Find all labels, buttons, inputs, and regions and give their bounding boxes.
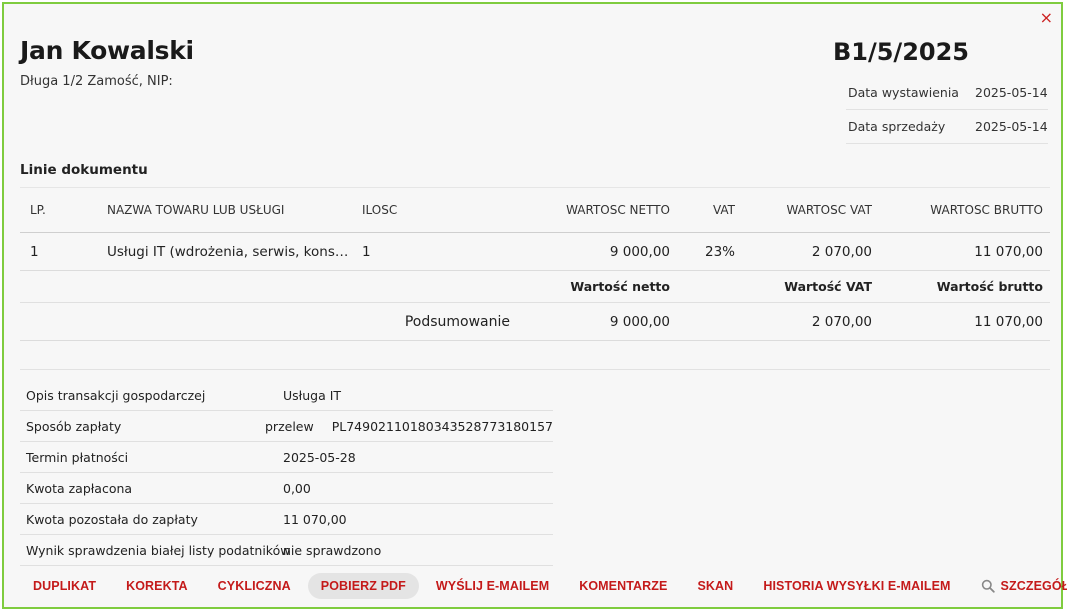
whitelist-value: nie sprawdzono	[283, 542, 382, 558]
summary-gross: 11 070,00	[974, 313, 1043, 330]
summary-vat: 2 070,00	[811, 313, 872, 330]
header-vat: VAT	[712, 203, 735, 217]
details-button[interactable]: SZCZEGÓŁY	[968, 573, 1067, 599]
scan-button[interactable]: SKAN	[684, 573, 746, 599]
sale-date-value: 2025-05-14	[966, 119, 1048, 134]
payment-method-type: przelew	[265, 418, 314, 434]
summary-header-row: Wartość netto Wartość VAT Wartość brutto	[20, 271, 1050, 303]
action-bar: DUPLIKAT KOREKTA CYKLICZNA POBIERZ PDF W…	[20, 573, 1067, 599]
payment-due-label: Termin płatności	[26, 449, 129, 465]
recurring-button[interactable]: CYKLICZNA	[205, 573, 304, 599]
header-gross: WARTOSC BRUTTO	[930, 203, 1043, 217]
amount-paid-label: Kwota zapłacona	[26, 480, 133, 496]
header-net: WARTOSC NETTO	[566, 203, 670, 217]
payment-info-table: Opis transakcji gospodarczej Usługa IT S…	[20, 380, 553, 566]
transaction-desc-label: Opis transakcji gospodarczej	[26, 387, 206, 403]
info-row-left: Kwota pozostała do zapłaty 11 070,00	[20, 504, 553, 535]
row-gross: 11 070,00	[974, 243, 1043, 260]
client-address: Długa 1/2 Zamość, NIP:	[20, 74, 173, 89]
table-row[interactable]: 1 Usługi IT (wdrożenia, serwis, kons… 1 …	[20, 233, 1050, 271]
header-qty: ILOSC	[362, 203, 398, 217]
lines-section-title: Linie dokumentu	[20, 162, 148, 178]
summary-net: 9 000,00	[609, 313, 670, 330]
send-email-button[interactable]: WYŚLIJ E-MAILEM	[423, 573, 562, 599]
info-row-paid: Kwota zapłacona 0,00	[20, 473, 553, 504]
client-name: Jan Kowalski	[20, 36, 194, 65]
section-divider	[20, 369, 1050, 370]
payment-method-label: Sposób zapłaty	[26, 418, 122, 434]
email-history-button[interactable]: HISTORIA WYSYŁKI E-MAILEM	[750, 573, 963, 599]
row-name: Usługi IT (wdrożenia, serwis, kons…	[107, 243, 349, 260]
sale-date-label: Data sprzedaży	[848, 119, 946, 134]
close-icon[interactable]: ×	[1040, 10, 1053, 26]
document-dates: Data wystawienia 2025-05-14 Data sprzeda…	[846, 76, 1048, 144]
details-label: SZCZEGÓŁY	[1000, 579, 1067, 593]
row-vat: 23%	[704, 243, 735, 260]
header-lp: LP.	[30, 203, 46, 217]
table-header-row: LP. NAZWA TOWARU LUB USŁUGI ILOSC WARTOS…	[20, 188, 1050, 233]
document-lines-table: LP. NAZWA TOWARU LUB USŁUGI ILOSC WARTOS…	[20, 187, 1050, 341]
transaction-desc-value: Usługa IT	[283, 387, 342, 403]
issue-date-label: Data wystawienia	[848, 85, 959, 100]
comments-button[interactable]: KOMENTARZE	[566, 573, 680, 599]
amount-paid-value: 0,00	[283, 480, 311, 496]
header-vat-value: WARTOSC VAT	[786, 203, 872, 217]
issue-date-row: Data wystawienia 2025-05-14	[846, 76, 1048, 110]
row-lp: 1	[30, 243, 39, 260]
bank-account-number: PL74902110180343528773180157	[331, 418, 553, 434]
header-name: NAZWA TOWARU LUB USŁUGI	[107, 203, 285, 217]
info-row-transaction: Opis transakcji gospodarczej Usługa IT	[20, 380, 553, 411]
summary-header-gross: Wartość brutto	[936, 279, 1043, 294]
summary-label: Podsumowanie	[404, 313, 510, 330]
duplicate-button[interactable]: DUPLIKAT	[20, 573, 109, 599]
summary-header-vat: Wartość VAT	[784, 279, 872, 294]
info-row-payment-method: Sposób zapłaty przelew PL7490211018034352…	[20, 411, 553, 442]
row-vat-value: 2 070,00	[811, 243, 872, 260]
info-row-whitelist: Wynik sprawdzenia białej listy podatnikó…	[20, 535, 553, 566]
whitelist-label: Wynik sprawdzenia białej listy podatnikó…	[26, 542, 291, 558]
payment-due-value: 2025-05-28	[283, 449, 356, 465]
payment-method-value: przelew PL74902110180343528773180157	[259, 419, 553, 434]
summary-row: Podsumowanie 9 000,00 2 070,00 11 070,00	[20, 303, 1050, 341]
download-pdf-button[interactable]: POBIERZ PDF	[307, 573, 419, 599]
correction-button[interactable]: KOREKTA	[113, 573, 201, 599]
sale-date-row: Data sprzedaży 2025-05-14	[846, 110, 1048, 144]
document-number: B1/5/2025	[832, 38, 969, 66]
summary-header-net: Wartość netto	[570, 279, 670, 294]
amount-left-label: Kwota pozostała do zapłaty	[26, 511, 198, 527]
issue-date-value: 2025-05-14	[966, 85, 1048, 100]
row-qty: 1	[362, 243, 371, 260]
row-net: 9 000,00	[609, 243, 670, 260]
info-row-due: Termin płatności 2025-05-28	[20, 442, 553, 473]
search-icon	[981, 579, 995, 593]
amount-left-value: 11 070,00	[283, 511, 347, 527]
document-modal: × Jan Kowalski Długa 1/2 Zamość, NIP: B1…	[2, 2, 1067, 609]
